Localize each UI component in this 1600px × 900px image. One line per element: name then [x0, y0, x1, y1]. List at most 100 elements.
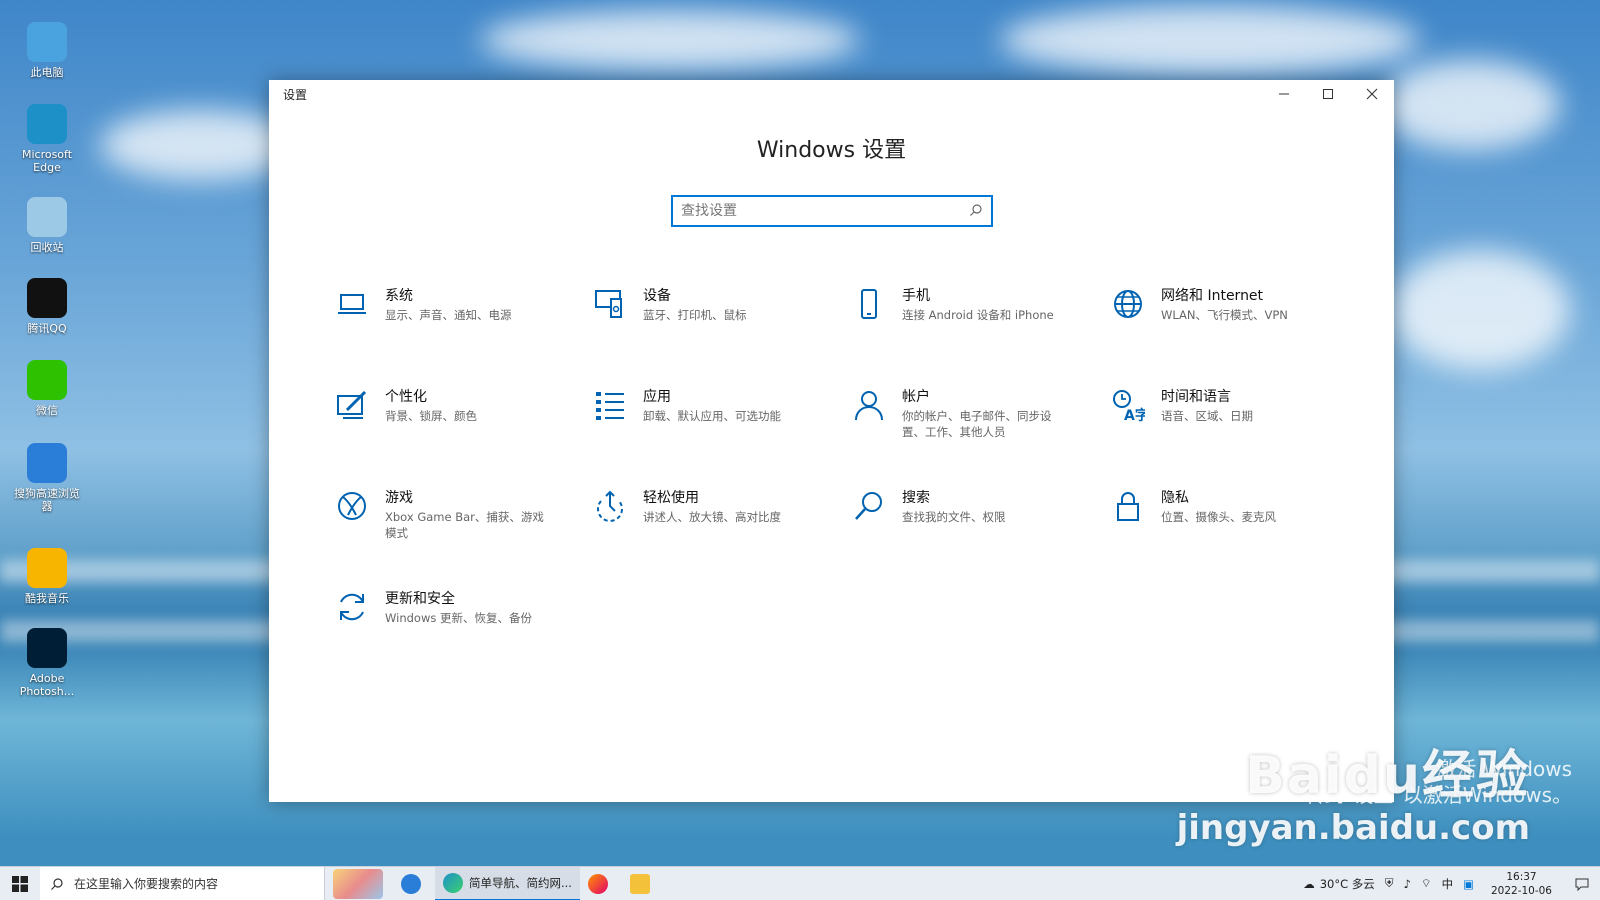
- maximize-icon: [1323, 89, 1333, 99]
- desktop-icon[interactable]: 腾讯QQ: [14, 278, 80, 335]
- tile-description: Windows 更新、恢复、备份: [385, 611, 532, 625]
- title-bar[interactable]: 设置: [269, 80, 1394, 108]
- close-button[interactable]: [1350, 80, 1394, 108]
- tile-text: 帐户 你的帐户、电子邮件、同步设置、工作、其他人员: [902, 386, 1072, 440]
- weather-text: 30°C 多云: [1319, 876, 1375, 891]
- settings-tile-time-language[interactable]: A字 时间和语言 语音、区域、日期: [1111, 386, 1331, 466]
- tile-name: 游戏: [385, 490, 413, 506]
- tile-name: 设备: [643, 288, 671, 304]
- wifi-icon[interactable]: ⌔: [1416, 876, 1437, 891]
- settings-tile-laptop[interactable]: 系统 显示、声音、通知、电源: [335, 285, 555, 365]
- notification-center-icon[interactable]: [1564, 877, 1600, 891]
- desktop-icon[interactable]: 此电脑: [14, 22, 80, 79]
- security-icon[interactable]: ⛨: [1380, 876, 1399, 891]
- tile-description: WLAN、飞行模式、VPN: [1161, 308, 1288, 322]
- search-icon[interactable]: [969, 202, 983, 221]
- tile-name: 搜索: [902, 490, 930, 506]
- taskbar-app-edge[interactable]: 简单导航、简约网...: [435, 866, 580, 900]
- taskbar-app-firefox[interactable]: [580, 867, 622, 900]
- tile-text: 更新和安全 Windows 更新、恢复、备份: [385, 588, 532, 626]
- cloud: [480, 10, 860, 70]
- tile-name: 轻松使用: [643, 490, 699, 506]
- desktop-icon[interactable]: 搜狗高速浏览器: [14, 443, 80, 513]
- tile-text: 手机连接 Android 设备和 iPhone: [902, 285, 1054, 323]
- maximize-button[interactable]: [1306, 80, 1350, 108]
- desktop-icon-label: 腾讯QQ: [27, 322, 67, 335]
- settings-window: 设置 Windows 设置 系统显示、声音、通知、电源 设备蓝牙、打印机、鼠标 手机…: [269, 80, 1394, 802]
- tile-description: 语音、区域、日期: [1161, 409, 1253, 423]
- search-highlight-image: [333, 868, 383, 899]
- tile-description: 查找我的文件、权限: [902, 510, 1006, 524]
- weather[interactable]: ☁ 30°C 多云: [1298, 876, 1380, 892]
- minimize-button[interactable]: [1262, 80, 1306, 108]
- person-icon: [852, 388, 890, 426]
- settings-tile-ease-of-access[interactable]: 轻松使用 讲述人、放大镜、高对比度: [593, 487, 813, 567]
- firefox-icon: [587, 873, 608, 894]
- tile-description: 显示、声音、通知、电源: [385, 308, 512, 322]
- minimize-icon: [1279, 93, 1289, 95]
- taskbar-search[interactable]: 在这里输入你要搜索的内容: [40, 866, 325, 900]
- photoshop-icon: [27, 628, 67, 668]
- desktop-icon[interactable]: Adobe Photosh...: [14, 628, 80, 698]
- settings-tile-globe[interactable]: 网络和 Internet WLAN、飞行模式、VPN: [1111, 285, 1331, 365]
- start-button[interactable]: [0, 867, 40, 900]
- settings-tile-xbox[interactable]: 游戏 Xbox Game Bar、捕获、游戏模式: [335, 487, 555, 567]
- weather-icon: ☁: [1303, 876, 1315, 891]
- tile-description: 蓝牙、打印机、鼠标: [643, 308, 747, 322]
- tile-text: 个性化 背景、锁屏、颜色: [385, 386, 477, 424]
- tile-description: 背景、锁屏、颜色: [385, 409, 477, 423]
- cloud: [1000, 5, 1420, 75]
- settings-tile-phone[interactable]: 手机连接 Android 设备和 iPhone: [852, 285, 1072, 365]
- desktop-icon[interactable]: 回收站: [14, 197, 80, 254]
- settings-search[interactable]: [671, 195, 993, 227]
- edge-icon: [443, 872, 463, 893]
- desktop-icon[interactable]: 微信: [14, 360, 80, 417]
- time-language-icon: A字: [1111, 388, 1149, 426]
- system-tray: ☁ 30°C 多云 ⛨ ♪ ⌔ 中 ▣ 16:37 2022-10-06: [1298, 867, 1600, 900]
- settings-tile-update[interactable]: 更新和安全 Windows 更新、恢复、备份: [335, 588, 555, 668]
- settings-tile-search[interactable]: 搜索查找我的文件、权限: [852, 487, 1072, 567]
- settings-tile-personalization[interactable]: 个性化 背景、锁屏、颜色: [335, 386, 555, 466]
- laptop-icon: [335, 287, 373, 325]
- window-title: 设置: [283, 87, 308, 102]
- svg-text:A字: A字: [1124, 407, 1145, 422]
- computer-icon: [27, 22, 67, 62]
- settings-tile-lock[interactable]: 隐私 位置、摄像头、麦克风: [1111, 487, 1331, 567]
- volume-icon[interactable]: ♪: [1398, 877, 1415, 891]
- app-tray-icon[interactable]: ▣: [1458, 877, 1479, 891]
- clock[interactable]: 16:37 2022-10-06: [1479, 870, 1564, 898]
- sogou-browser-icon: [27, 443, 67, 483]
- cloud: [1390, 250, 1570, 370]
- desktop-icon-label: 酷我音乐: [25, 592, 69, 605]
- search-icon: [852, 489, 890, 527]
- desktop-icon[interactable]: 酷我音乐: [14, 548, 80, 605]
- settings-tile-person[interactable]: 帐户 你的帐户、电子邮件、同步设置、工作、其他人员: [852, 386, 1072, 466]
- tile-name: 手机: [902, 288, 930, 304]
- settings-tile-apps-list[interactable]: 应用 卸载、默认应用、可选功能: [593, 386, 813, 466]
- desktop-icon[interactable]: Microsoft Edge: [14, 104, 80, 174]
- clock-time: 16:37: [1506, 870, 1537, 883]
- desktop-icon-label: 此电脑: [30, 66, 64, 79]
- recycle-bin-icon: [27, 197, 67, 237]
- personalization-icon: [335, 388, 373, 426]
- tile-name: 应用: [643, 389, 671, 405]
- tile-name: 网络和 Internet: [1161, 288, 1264, 304]
- tile-text: 网络和 Internet WLAN、飞行模式、VPN: [1161, 285, 1288, 323]
- close-icon: [1366, 88, 1378, 100]
- baidu-watermark: Baidu经验 jingyan.baidu.com: [1177, 733, 1530, 848]
- watermark-logo: Baidu经验: [1245, 746, 1530, 806]
- taskbar-app-sogou[interactable]: [393, 867, 435, 900]
- file-explorer-icon: [629, 873, 650, 894]
- taskbar-app-label: 简单导航、简约网...: [469, 875, 572, 890]
- desktop-icon-label: 搜狗高速浏览器: [14, 487, 80, 513]
- tile-description: Xbox Game Bar、捕获、游戏模式: [385, 510, 544, 540]
- lock-icon: [1111, 489, 1149, 527]
- taskbar-app-explorer[interactable]: [622, 867, 664, 900]
- ime-indicator[interactable]: 中: [1437, 876, 1459, 892]
- search-input[interactable]: [681, 203, 969, 219]
- globe-icon: [1111, 287, 1149, 325]
- settings-tile-devices[interactable]: 设备蓝牙、打印机、鼠标: [593, 285, 813, 365]
- search-icon: [51, 877, 63, 890]
- xbox-icon: [335, 489, 373, 527]
- tile-description: 连接 Android 设备和 iPhone: [902, 308, 1054, 322]
